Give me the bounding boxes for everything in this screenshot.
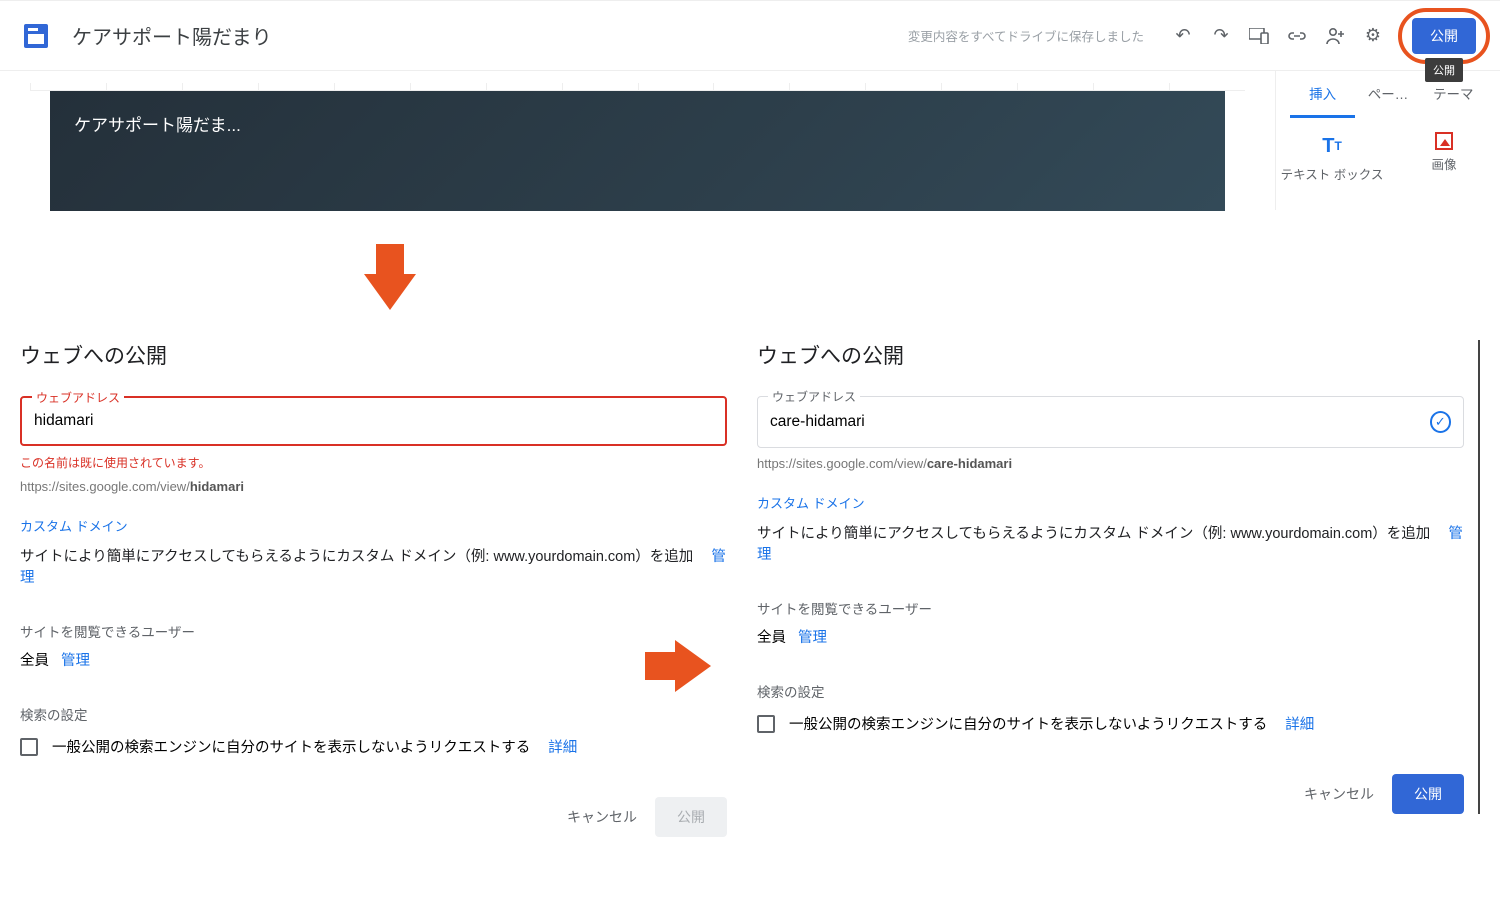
publish-dialog-error: ウェブへの公開 ウェブアドレス この名前は既に使用されています。 https:/… <box>20 340 727 837</box>
publish-dialog-valid: ウェブへの公開 ウェブアドレス ✓ https://sites.google.c… <box>757 340 1480 814</box>
gear-icon[interactable]: ⚙ <box>1354 17 1392 55</box>
custom-domain-label: カスタム ドメイン <box>757 493 1464 512</box>
tab-insert[interactable]: 挿入 <box>1290 71 1355 118</box>
field-error: この名前は既に使用されています。 <box>20 454 727 471</box>
dialog-title: ウェブへの公開 <box>757 340 1464 370</box>
web-address-field[interactable]: ウェブアドレス <box>20 396 727 446</box>
manage-viewers-link[interactable]: 管理 <box>798 630 827 646</box>
image-icon <box>1435 132 1453 150</box>
site-name[interactable]: ケアサポート陽だまり <box>72 21 272 50</box>
search-settings-label: 検索の設定 <box>757 681 1464 701</box>
right-panel: 挿入 ペー… テーマ TT テキスト ボックス 画像 <box>1275 71 1500 210</box>
search-details-link[interactable]: 詳細 <box>548 736 577 757</box>
viewers-label: サイトを閲覧できるユーザー <box>20 621 727 641</box>
search-noindex-label: 一般公開の検索エンジンに自分のサイトを表示しないようリクエストする <box>52 736 530 757</box>
annotation-arrow-down <box>0 210 1500 320</box>
search-details-link[interactable]: 詳細 <box>1285 713 1314 734</box>
publish-submit-disabled: 公開 <box>655 797 727 837</box>
custom-domain-body: サイトにより簡単にアクセスしてもらえるようにカスタム ドメイン（例: www.y… <box>20 545 727 587</box>
cancel-button[interactable]: キャンセル <box>1304 784 1374 804</box>
preview-url: https://sites.google.com/view/hidamari <box>20 479 727 494</box>
cancel-button[interactable]: キャンセル <box>567 807 637 827</box>
viewers-label: サイトを閲覧できるユーザー <box>757 598 1464 618</box>
publish-button-wrap: 公開 公開 <box>1412 18 1476 54</box>
annotation-highlight <box>1398 8 1490 64</box>
search-settings-label: 検索の設定 <box>20 704 727 724</box>
field-legend: ウェブアドレス <box>32 389 124 406</box>
web-address-input[interactable] <box>770 413 1430 431</box>
viewers-value: 全員 <box>757 630 786 646</box>
widget-image[interactable]: 画像 <box>1388 132 1500 183</box>
search-noindex-checkbox[interactable] <box>20 738 38 756</box>
sites-logo-icon <box>24 24 48 48</box>
custom-domain-label: カスタム ドメイン <box>20 516 727 535</box>
widget-textbox-label: テキスト ボックス <box>1281 168 1384 182</box>
widget-textbox[interactable]: TT テキスト ボックス <box>1276 132 1388 183</box>
valid-check-icon: ✓ <box>1430 411 1451 433</box>
hero-banner[interactable]: ケアサポート陽だま... <box>50 91 1225 211</box>
viewers-value: 全員 <box>20 653 49 669</box>
field-legend: ウェブアドレス <box>768 388 860 405</box>
annotation-arrow-right <box>675 640 711 692</box>
redo-icon[interactable]: ↷ <box>1202 17 1240 55</box>
web-address-field[interactable]: ウェブアドレス ✓ <box>757 396 1464 448</box>
preview-url: https://sites.google.com/view/care-hidam… <box>757 456 1464 471</box>
share-person-icon[interactable] <box>1316 17 1354 55</box>
publish-tooltip: 公開 <box>1425 58 1463 82</box>
ruler <box>30 71 1245 91</box>
search-noindex-label: 一般公開の検索エンジンに自分のサイトを表示しないようリクエストする <box>789 713 1267 734</box>
undo-icon[interactable]: ↶ <box>1164 17 1202 55</box>
link-icon[interactable] <box>1278 17 1316 55</box>
canvas[interactable]: ケアサポート陽だま... <box>0 71 1275 210</box>
tab-pages[interactable]: ペー… <box>1355 71 1420 118</box>
hero-title: ケアサポート陽だま... <box>74 116 241 135</box>
manage-viewers-link[interactable]: 管理 <box>61 653 90 669</box>
web-address-input[interactable] <box>34 412 713 430</box>
dialog-title: ウェブへの公開 <box>20 340 727 370</box>
preview-devices-icon[interactable] <box>1240 17 1278 55</box>
textbox-icon: TT <box>1276 132 1388 160</box>
app-bar: ケアサポート陽だまり 変更内容をすべてドライブに保存しました ↶ ↷ ⚙ 公開 … <box>0 0 1500 70</box>
search-noindex-checkbox[interactable] <box>757 715 775 733</box>
custom-domain-body: サイトにより簡単にアクセスしてもらえるようにカスタム ドメイン（例: www.y… <box>757 522 1464 564</box>
publish-submit-button[interactable]: 公開 <box>1392 774 1464 814</box>
widget-image-label: 画像 <box>1431 158 1456 172</box>
save-status: 変更内容をすべてドライブに保存しました <box>908 26 1144 45</box>
editor-strip: ケアサポート陽だま... 挿入 ペー… テーマ TT テキスト ボックス 画像 <box>0 70 1500 210</box>
